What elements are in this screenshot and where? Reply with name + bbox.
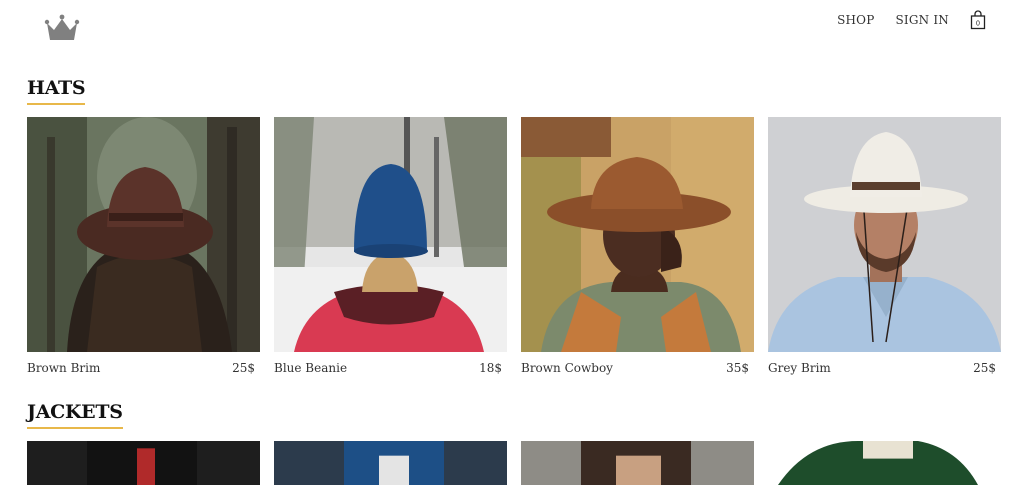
- product-price: 25$: [232, 361, 255, 375]
- product-image-brown-cowboy[interactable]: [521, 117, 754, 352]
- nav-shop-link[interactable]: SHOP: [837, 13, 874, 27]
- section-title-jackets[interactable]: JACKETS: [27, 401, 123, 429]
- product-card[interactable]: [274, 441, 507, 489]
- product-card[interactable]: [768, 441, 1001, 489]
- product-image[interactable]: [521, 441, 754, 485]
- product-image-grey-brim[interactable]: [768, 117, 1001, 352]
- product-image[interactable]: [274, 441, 507, 485]
- product-caption: Blue Beanie 18$: [274, 361, 507, 375]
- nav-sign-in-link[interactable]: SIGN IN: [895, 13, 949, 27]
- shopping-bag-icon[interactable]: 0: [970, 10, 986, 30]
- product-caption: Brown Cowboy 35$: [521, 361, 754, 375]
- product-card[interactable]: [521, 441, 754, 489]
- product-name: Brown Cowboy: [521, 361, 613, 375]
- product-card[interactable]: Grey Brim 25$: [768, 117, 1001, 375]
- main-nav: SHOP SIGN IN 0: [837, 10, 986, 30]
- section-title-hats[interactable]: HATS: [27, 77, 86, 105]
- product-card[interactable]: [27, 441, 260, 489]
- product-image[interactable]: [768, 441, 1001, 485]
- hats-grid: Brown Brim 25$ Blue Beanie 18$ Brown Cow…: [27, 117, 1001, 375]
- product-image[interactable]: [27, 441, 260, 485]
- product-caption: Brown Brim 25$: [27, 361, 260, 375]
- product-price: 35$: [726, 361, 749, 375]
- product-card[interactable]: Blue Beanie 18$: [274, 117, 507, 375]
- site-header: SHOP SIGN IN 0: [0, 0, 1024, 60]
- jackets-grid: [27, 441, 1001, 489]
- bag-count: 0: [976, 21, 980, 28]
- product-card[interactable]: Brown Cowboy 35$: [521, 117, 754, 375]
- product-price: 25$: [973, 361, 996, 375]
- product-caption: Grey Brim 25$: [768, 361, 1001, 375]
- crown-logo-icon[interactable]: [44, 12, 80, 42]
- product-name: Brown Brim: [27, 361, 101, 375]
- product-price: 18$: [479, 361, 502, 375]
- product-name: Blue Beanie: [274, 361, 348, 375]
- product-image-blue-beanie[interactable]: [274, 117, 507, 352]
- product-card[interactable]: Brown Brim 25$: [27, 117, 260, 375]
- product-name: Grey Brim: [768, 361, 831, 375]
- product-image-brown-brim[interactable]: [27, 117, 260, 352]
